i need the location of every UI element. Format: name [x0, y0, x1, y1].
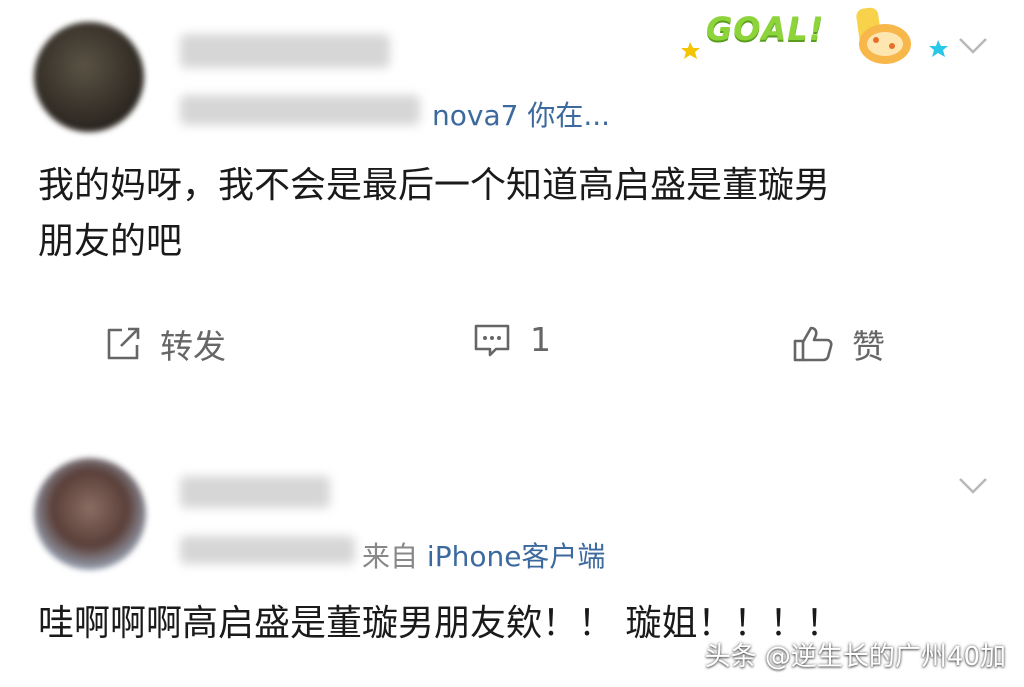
avatar[interactable] [34, 22, 144, 132]
content-line: 我的妈呀，我不会是最后一个知道高启盛是董璇男 [38, 165, 831, 206]
comment-icon [474, 324, 510, 356]
post-content: 我的妈呀，我不会是最后一个知道高启盛是董璇男 朋友的吧 [38, 158, 830, 270]
comment-button[interactable]: 1 [472, 320, 551, 359]
goal-badge[interactable]: GOAL! [680, 4, 970, 74]
goal-text: GOAL! [706, 10, 825, 48]
username-blurred[interactable] [180, 476, 330, 508]
post-source: 来自 iPhone客户端 [362, 535, 605, 575]
device-link[interactable]: iPhone客户端 [427, 540, 606, 573]
like-icon [793, 326, 833, 362]
watermark: 头条 @逆生长的广州40加 [704, 642, 1006, 672]
device-link[interactable]: nova7 你在... [432, 99, 610, 132]
like-label: 赞 [852, 327, 885, 366]
timestamp-blurred [180, 95, 420, 125]
username-blurred[interactable] [180, 34, 390, 68]
repost-label: 转发 [160, 327, 226, 366]
repost-icon [107, 327, 140, 360]
chevron-down-icon[interactable] [958, 36, 988, 56]
action-bar: 转发 1 赞 [0, 320, 1024, 380]
chevron-down-icon[interactable] [958, 476, 988, 496]
comment-count: 1 [530, 320, 551, 359]
post-1: nova7 你在... GOAL! 我的妈呀，我不会是最后一个知道高启盛是董璇男… [0, 0, 1024, 420]
content-line: 朋友的吧 [38, 221, 183, 262]
repost-button[interactable]: 转发 [104, 320, 226, 368]
post-source: nova7 你在... [432, 94, 610, 134]
like-button[interactable]: 赞 [792, 320, 885, 368]
timestamp-blurred [180, 536, 355, 564]
avatar[interactable] [34, 458, 146, 570]
source-prefix: 来自 [362, 540, 419, 573]
